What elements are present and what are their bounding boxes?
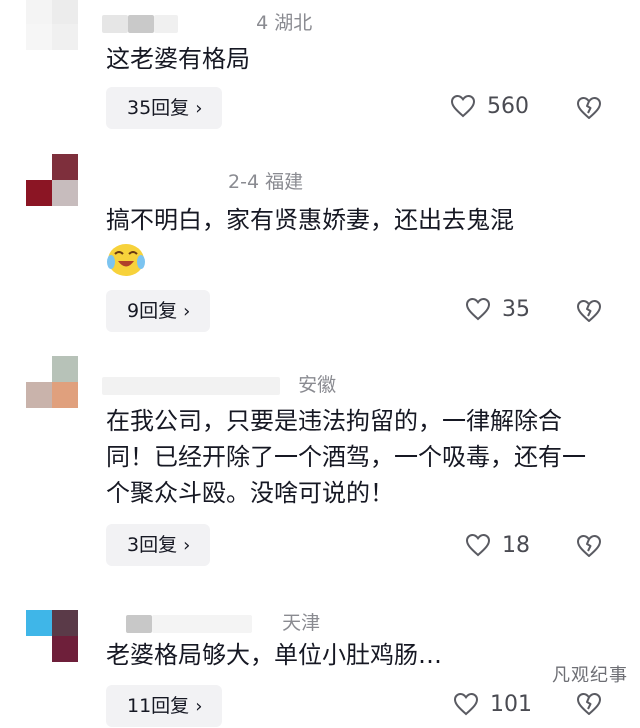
avatar[interactable] [26,0,78,50]
chevron-right-icon: › [195,696,203,717]
comment-meta: 4 湖北 [102,8,312,35]
comment-location: 天津 [282,612,321,634]
like-count: 560 [487,93,529,119]
heart-outline-icon [450,94,476,118]
heart-outline-icon [465,297,491,321]
reply-button[interactable]: 3回复 › [106,524,211,566]
like-button[interactable]: 35 [464,295,530,323]
like-button[interactable]: 560 [449,92,529,120]
avatar[interactable] [26,154,78,206]
comment-meta: 2-4 福建 [228,167,303,194]
username-blur [126,614,152,633]
avatar[interactable] [26,610,78,662]
like-button[interactable]: 18 [464,531,530,559]
broken-heart-icon[interactable] [575,94,603,122]
comment-text: 这老婆有格局 [106,45,250,73]
like-count: 18 [502,532,530,558]
chevron-right-icon: › [183,535,191,556]
chevron-right-icon: › [183,301,191,322]
crying-laughing-emoji [107,244,145,276]
broken-heart-icon[interactable] [575,297,603,325]
comment-text: 老婆格局够大，单位小肚鸡肠… [106,641,442,669]
comment-location: 2-4 福建 [228,171,304,193]
reply-button[interactable]: 11回复 › [106,685,223,727]
reply-button[interactable]: 9回复 › [106,290,211,332]
chevron-right-icon: › [195,98,203,119]
comment-text: 搞不明白，家有贤惠娇妻，还出去鬼混 [106,206,514,234]
reply-label: 11回复 [127,695,190,717]
comment-location: 4 湖北 [256,12,313,34]
username-blur [102,376,280,395]
heart-outline-icon [465,533,491,557]
watermark: 凡观纪事 [552,665,628,686]
broken-heart-icon[interactable] [575,690,603,718]
reply-label: 9回复 [127,300,178,322]
avatar[interactable] [26,356,78,408]
like-button[interactable]: 101 [452,690,532,718]
like-count: 101 [490,691,532,717]
broken-heart-icon[interactable] [575,532,603,560]
username-blur [102,14,128,33]
reply-button[interactable]: 35回复 › [106,87,223,129]
comment-location: 安徽 [298,374,337,396]
heart-outline-icon [453,692,479,716]
reply-label: 35回复 [127,97,190,119]
comment-meta: 天津 [126,608,320,635]
comment-text: 在我公司，只要是违法拘留的，一律解除合同！已经开除了一个酒驾，一个吸毒，还有一个… [106,407,586,507]
reply-label: 3回复 [127,534,178,556]
like-count: 35 [502,296,530,322]
comment-meta: 安徽 [102,370,336,397]
